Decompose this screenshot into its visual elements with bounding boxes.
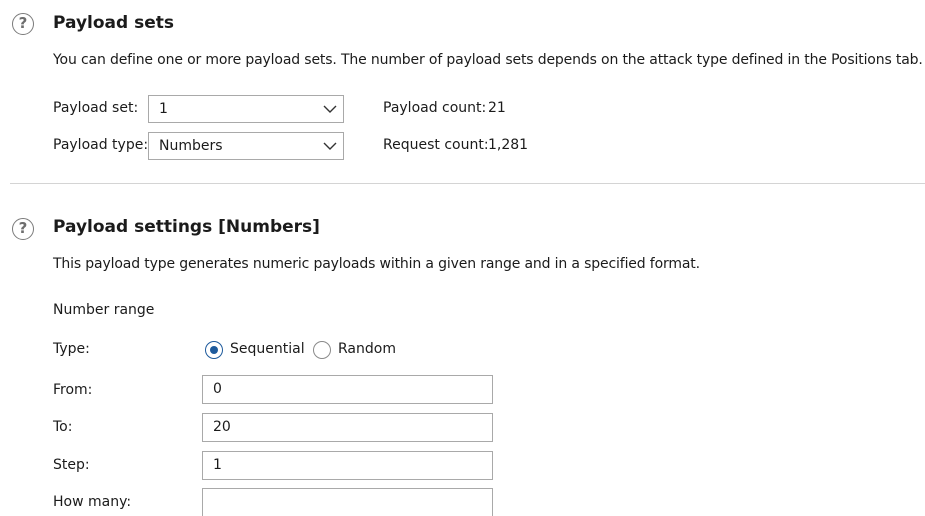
how-many-input[interactable] bbox=[202, 488, 493, 516]
payload-count-label: Payload count: bbox=[383, 100, 487, 116]
step-input[interactable]: 1 bbox=[202, 451, 493, 480]
payload-type-value: Numbers bbox=[159, 138, 223, 154]
random-radio-label[interactable]: Random bbox=[338, 341, 396, 357]
number-range-label: Number range bbox=[53, 302, 155, 318]
to-input[interactable]: 20 bbox=[202, 413, 493, 442]
payload-count-value: 21 bbox=[488, 100, 506, 116]
payload-sets-description: You can define one or more payload sets.… bbox=[53, 52, 925, 68]
payload-set-select[interactable]: 1 bbox=[148, 95, 344, 123]
from-label: From: bbox=[53, 382, 93, 398]
request-count-value: 1,281 bbox=[488, 137, 529, 153]
chevron-down-icon bbox=[323, 142, 337, 150]
payload-set-label: Payload set: bbox=[53, 100, 139, 116]
to-label: To: bbox=[53, 419, 73, 435]
request-count-label: Request count: bbox=[383, 137, 489, 153]
payload-set-value: 1 bbox=[159, 101, 168, 117]
payload-type-select[interactable]: Numbers bbox=[148, 132, 344, 160]
random-radio[interactable] bbox=[313, 341, 331, 359]
section-divider bbox=[10, 183, 925, 184]
payload-sets-title: Payload sets bbox=[53, 13, 174, 33]
how-many-label: How many: bbox=[53, 494, 132, 510]
payload-settings-description: This payload type generates numeric payl… bbox=[53, 256, 700, 272]
chevron-down-icon bbox=[323, 105, 337, 113]
payload-type-label: Payload type: bbox=[53, 137, 149, 153]
sequential-radio-label[interactable]: Sequential bbox=[230, 341, 305, 357]
sequential-radio[interactable] bbox=[205, 341, 223, 359]
step-label: Step: bbox=[53, 457, 90, 473]
payload-settings-title: Payload settings [Numbers] bbox=[53, 217, 320, 237]
intruder-payloads-panel: ? Payload sets You can define one or mor… bbox=[0, 0, 925, 516]
type-label: Type: bbox=[53, 341, 90, 357]
help-icon[interactable]: ? bbox=[12, 218, 34, 240]
from-input[interactable]: 0 bbox=[202, 375, 493, 404]
help-icon[interactable]: ? bbox=[12, 13, 34, 35]
